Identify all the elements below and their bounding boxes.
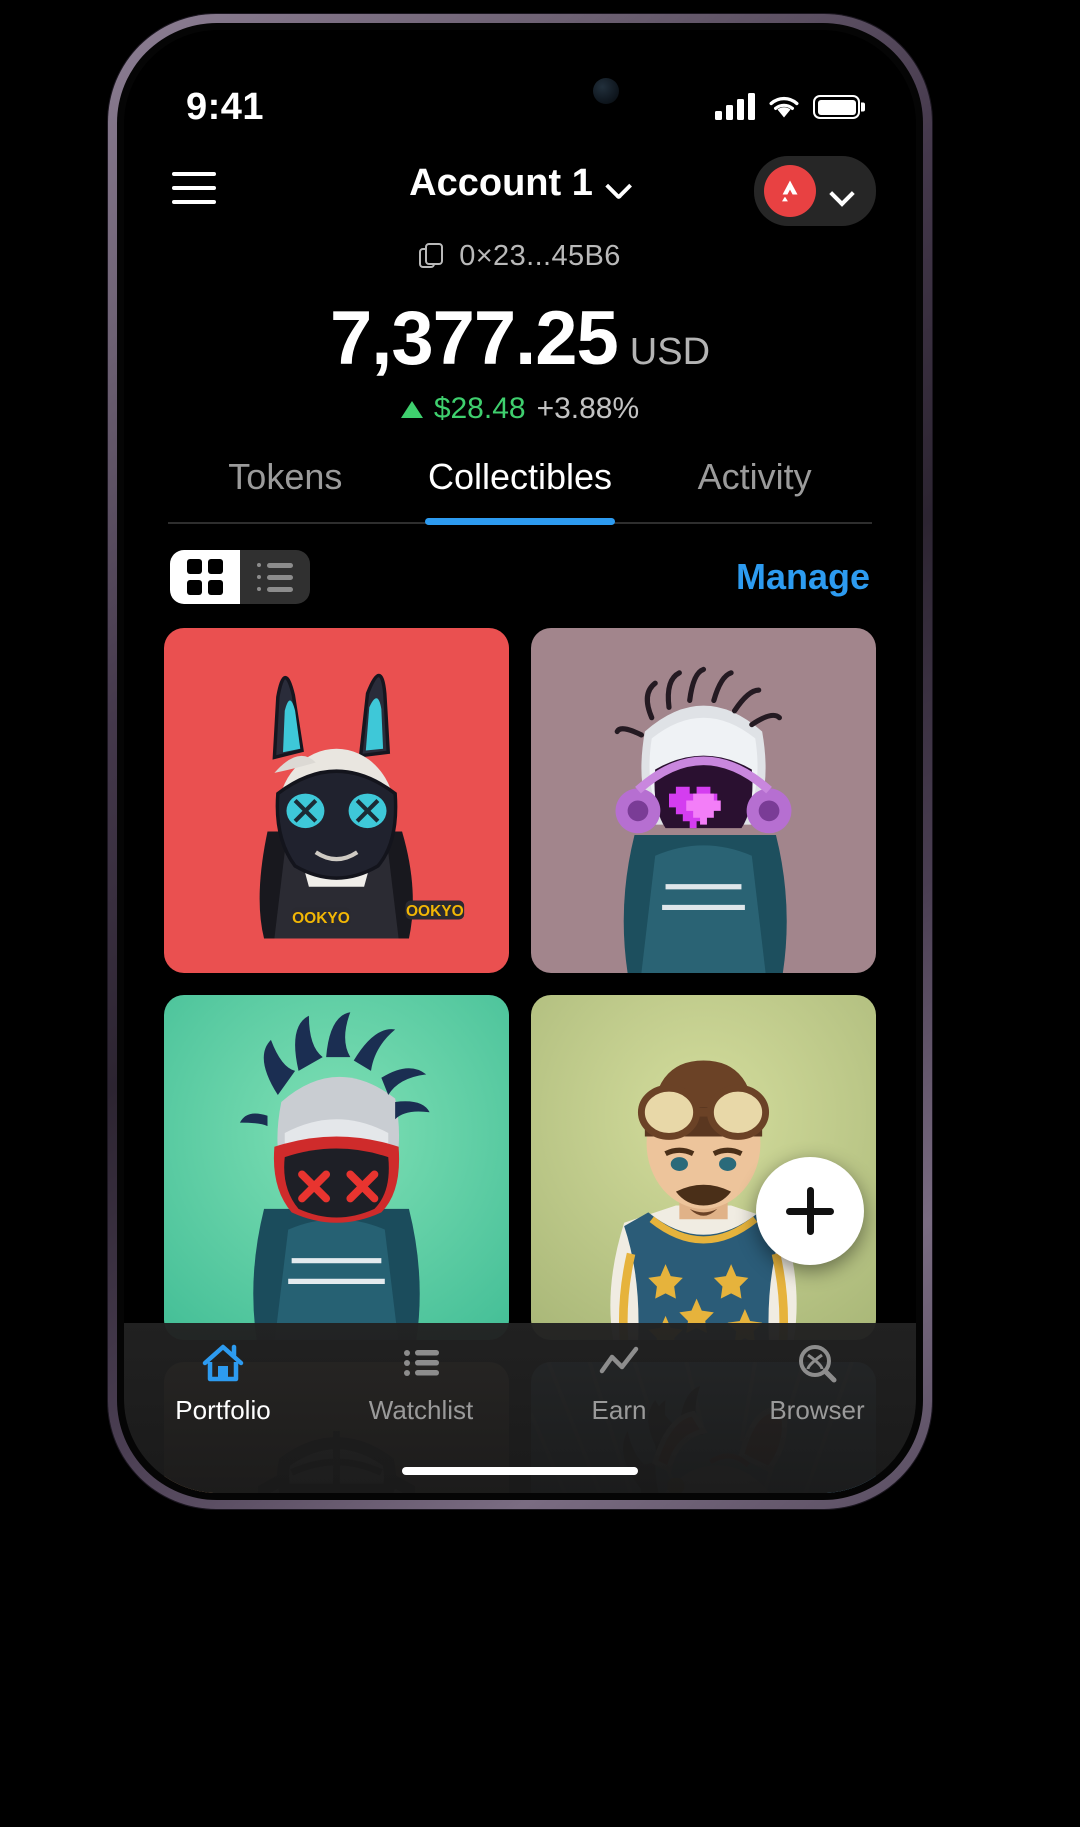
manage-link[interactable]: Manage	[736, 556, 870, 598]
chart-line-icon	[599, 1346, 639, 1374]
nav-label-portfolio: Portfolio	[175, 1395, 271, 1425]
balance-currency: USD	[629, 331, 711, 373]
browser-search-icon	[799, 1345, 837, 1383]
balance-amount: 7,377.25	[329, 296, 619, 381]
screenshot-stage: 9:41 Account 1 0×23...45B6 7,377.25 USD …	[0, 0, 1080, 1827]
avalanche-logo-icon	[764, 165, 816, 217]
home-icon	[202, 1344, 244, 1382]
home-indicator	[402, 1467, 638, 1475]
tab-activity[interactable]: Activity	[637, 456, 872, 522]
nav-item-browser[interactable]: Browser	[718, 1341, 916, 1426]
portfolio-tabs: Tokens Collectibles Activity	[168, 456, 872, 524]
chevron-down-icon	[832, 185, 854, 198]
view-mode-toggle	[170, 550, 310, 604]
add-collectible-fab[interactable]	[756, 1157, 864, 1265]
grid-view-icon[interactable]	[170, 550, 240, 604]
wifi-icon	[769, 96, 799, 117]
tab-tokens-label: Tokens	[228, 456, 343, 497]
wallet-app: Account 1 0×23...45B6 7,377.25 USD $28.4…	[124, 30, 916, 1493]
nav-label-browser: Browser	[769, 1395, 865, 1425]
phone-device-frame: 9:41 Account 1 0×23...45B6 7,377.25 USD …	[108, 14, 932, 1509]
status-indicators	[715, 93, 860, 120]
network-selector[interactable]	[754, 156, 876, 226]
collectible-card-red-visor-mask-nft[interactable]	[164, 995, 509, 1340]
nav-label-earn: Earn	[591, 1395, 647, 1425]
collectibles-toolbar: Manage	[124, 524, 916, 604]
balance-change-row: $28.48 +3.88%	[124, 392, 916, 426]
hamburger-menu-icon[interactable]	[172, 172, 216, 204]
account-name: Account 1	[409, 162, 593, 204]
nav-item-earn[interactable]: Earn	[520, 1341, 718, 1426]
nav-item-portfolio[interactable]: Portfolio	[124, 1341, 322, 1426]
collectible-card-pixel-heart-helmet-nft[interactable]	[531, 628, 876, 973]
balance-row: 7,377.25 USD	[124, 295, 916, 382]
svg-text:OOKYO: OOKYO	[406, 903, 464, 920]
dynamic-island	[395, 54, 645, 128]
copy-icon	[419, 242, 445, 271]
battery-full-icon	[813, 95, 860, 119]
phone-screen: 9:41 Account 1 0×23...45B6 7,377.25 USD …	[124, 30, 916, 1493]
tab-tokens[interactable]: Tokens	[168, 456, 403, 522]
tab-collectibles-label: Collectibles	[427, 456, 613, 497]
change-percent: +3.88%	[536, 392, 640, 425]
nav-label-watchlist: Watchlist	[368, 1395, 474, 1425]
wallet-address: 0×23...45B6	[459, 240, 621, 272]
status-time: 9:41	[186, 85, 265, 128]
chevron-down-icon	[607, 177, 631, 191]
account-selector[interactable]: Account 1	[409, 162, 631, 205]
list-view-icon[interactable]	[240, 550, 310, 604]
app-header: Account 1	[124, 148, 916, 234]
cellular-bars-icon	[715, 93, 755, 120]
triangle-up-icon	[400, 400, 423, 418]
svg-text:OOKYO: OOKYO	[292, 910, 350, 927]
tab-collectibles[interactable]: Collectibles	[403, 456, 638, 522]
phone-bezel: 9:41 Account 1 0×23...45B6 7,377.25 USD …	[117, 23, 923, 1500]
change-value: $28.48	[433, 392, 526, 425]
tab-activity-label: Activity	[697, 456, 812, 497]
wallet-address-row[interactable]: 0×23...45B6	[124, 240, 916, 273]
nav-item-watchlist[interactable]: Watchlist	[322, 1341, 520, 1426]
list-icon	[404, 1350, 439, 1376]
front-camera-icon	[593, 78, 619, 104]
collectible-card-ookyo-rabbit-mask-nft[interactable]: OOKYO OOKYO	[164, 628, 509, 973]
